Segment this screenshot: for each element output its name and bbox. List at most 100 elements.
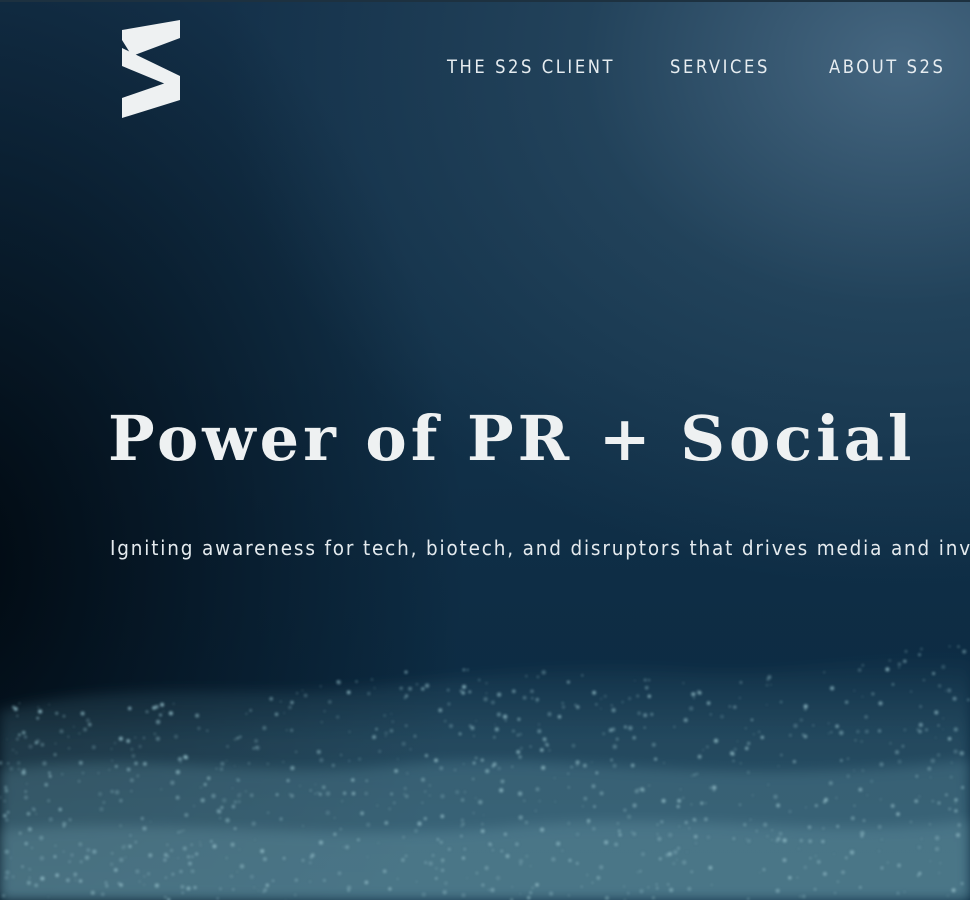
particle-dot	[651, 896, 655, 900]
particle-dot	[135, 869, 140, 874]
particle-dot	[801, 894, 806, 899]
particle-dot	[605, 896, 609, 900]
nav-link-the-s2s-client[interactable]: THE S2S CLIENT	[447, 56, 615, 78]
particle-dot	[698, 691, 702, 695]
particle-dot	[856, 730, 860, 734]
particle-dot	[938, 684, 942, 688]
particle-dot	[478, 678, 481, 682]
particle-dot	[154, 705, 159, 709]
particle-dot	[962, 649, 967, 654]
particle-dot	[639, 889, 644, 894]
particle-dot	[931, 799, 934, 803]
particle-dot	[376, 804, 379, 807]
particle-dot	[747, 741, 751, 745]
nav-link-about-s2s[interactable]: ABOUT S2S	[829, 56, 945, 78]
particle-dot	[118, 736, 123, 741]
particle-dot	[184, 813, 189, 817]
particle-dot	[517, 717, 521, 721]
particle-dot	[236, 737, 239, 740]
particle-dot	[853, 804, 856, 807]
particle-dot	[207, 776, 211, 780]
particle-dot	[28, 868, 31, 871]
particle-dot	[732, 760, 735, 762]
particle-dot	[862, 819, 866, 822]
particle-dot	[68, 747, 70, 750]
particle-dot	[180, 830, 183, 833]
particle-dot	[134, 761, 138, 766]
particle-dot	[880, 798, 882, 801]
particle-dot	[254, 739, 258, 743]
particle-dot	[366, 822, 371, 827]
particle-dot	[871, 692, 875, 696]
particle-dot	[836, 825, 839, 828]
particle-dot	[903, 659, 907, 663]
particle-dot	[788, 876, 792, 880]
particle-dot	[953, 727, 958, 732]
particle-dot	[954, 802, 957, 805]
particle-dot	[951, 888, 956, 893]
particle-dot	[429, 784, 431, 787]
particle-dot	[377, 842, 380, 844]
particle-dot	[523, 799, 526, 802]
particle-dot	[485, 692, 488, 694]
particle-dot	[903, 728, 907, 732]
particle-dot	[464, 791, 466, 793]
particle-dot	[294, 878, 298, 882]
particle-dot	[846, 774, 850, 778]
particle-dot	[673, 850, 678, 855]
particle-dot	[461, 893, 466, 898]
particle-dot	[472, 812, 475, 814]
particle-dot	[780, 754, 783, 756]
particle-dot	[604, 695, 607, 698]
particle-dot	[910, 690, 913, 693]
nav-link-services[interactable]: SERVICES	[670, 56, 770, 78]
particle-dot	[77, 780, 81, 783]
particle-dot	[689, 706, 694, 711]
particle-dot	[167, 855, 169, 858]
particle-dot	[280, 700, 282, 703]
particle-dot	[809, 857, 812, 860]
particle-dot	[401, 858, 405, 862]
particle-dot	[378, 750, 381, 753]
particle-dot	[628, 725, 633, 731]
particle-dot	[166, 843, 169, 846]
particle-dot	[231, 804, 236, 809]
particle-dot	[48, 703, 50, 706]
particle-dot	[938, 872, 941, 874]
particle-dot	[805, 806, 807, 809]
particle-dot	[672, 862, 676, 865]
particle-dot	[367, 692, 371, 696]
particle-dot	[897, 662, 901, 666]
particle-dot	[317, 791, 319, 794]
particle-dot	[216, 809, 221, 814]
particle-dot	[97, 772, 100, 774]
particle-dot	[897, 863, 901, 868]
particle-dot	[140, 817, 144, 820]
particle-dot	[210, 840, 213, 843]
particle-dot	[549, 891, 554, 896]
particle-dot	[62, 715, 66, 718]
particle-dot	[496, 692, 502, 697]
particle-dot	[481, 823, 484, 826]
particle-dot	[623, 725, 627, 729]
particle-dot	[155, 719, 161, 725]
particle-dot	[54, 742, 57, 745]
particle-dot	[643, 726, 646, 729]
particle-dot	[403, 793, 406, 796]
particle-dot	[944, 690, 947, 692]
particle-dot	[849, 850, 855, 855]
particle-dot	[351, 791, 356, 796]
particle-dot	[424, 754, 428, 758]
particle-dot	[890, 804, 895, 808]
particle-dot	[538, 800, 541, 802]
particle-dot	[668, 832, 673, 838]
particle-dot	[319, 758, 324, 763]
particle-dot	[18, 733, 21, 737]
particle-dot	[583, 796, 588, 801]
particle-dot	[236, 778, 240, 782]
particle-dot	[283, 712, 285, 714]
particle-dot	[67, 735, 70, 738]
particle-dot	[333, 817, 336, 819]
particle-dot	[627, 892, 630, 895]
particle-dot	[92, 849, 97, 854]
